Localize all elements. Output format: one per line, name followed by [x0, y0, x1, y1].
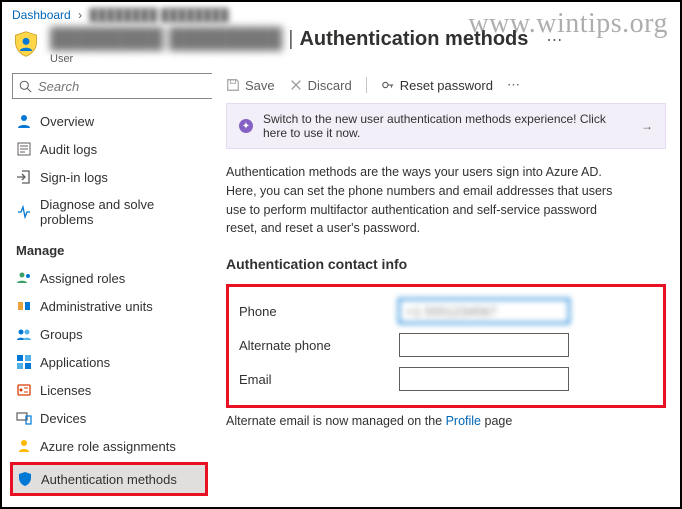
sidebar-item-label: Diagnose and solve problems — [40, 197, 202, 227]
banner-text: Switch to the new user authentication me… — [263, 112, 631, 140]
shield-user-icon — [12, 30, 40, 58]
alternate-phone-input[interactable] — [399, 333, 569, 357]
log-icon — [16, 141, 32, 157]
search-icon — [19, 80, 32, 93]
main-content: Save Discard Reset password ⋯ ✦ Switch t… — [212, 73, 680, 506]
sidebar-item-label: Devices — [40, 411, 86, 426]
sidebar-section-manage: Manage — [12, 233, 206, 264]
arrow-right-icon: → — [641, 119, 653, 133]
user-icon — [16, 113, 32, 129]
sidebar-item-label: Overview — [40, 114, 94, 129]
sidebar-item-label: Groups — [40, 327, 83, 342]
sidebar-item-label: Administrative units — [40, 299, 153, 314]
sidebar-item-label: Authentication methods — [41, 472, 177, 487]
phone-label: Phone — [239, 304, 399, 319]
discard-icon — [289, 78, 303, 92]
licenses-icon — [16, 382, 32, 398]
description-text: Authentication methods are the ways your… — [226, 163, 626, 238]
diagnose-icon — [16, 204, 32, 220]
sidebar-item-azure-role[interactable]: Azure role assignments — [12, 432, 206, 460]
sidebar-item-label: Sign-in logs — [40, 170, 108, 185]
key-icon — [381, 78, 395, 92]
sidebar: « Overview Audit logs Sign-in logs Diagn… — [2, 73, 212, 506]
sidebar-item-groups[interactable]: Groups — [12, 320, 206, 348]
chevron-right-icon: › — [78, 8, 82, 22]
devices-icon — [16, 410, 32, 426]
toolbar-more-icon[interactable]: ⋯ — [507, 77, 520, 93]
contact-info-form: Phone Alternate phone Email — [226, 284, 666, 408]
page-header: ████████ ████████ | Authentication metho… — [2, 26, 680, 73]
sidebar-item-licenses[interactable]: Licenses — [12, 376, 206, 404]
title-separator: | — [288, 28, 293, 51]
search-input[interactable] — [38, 79, 212, 94]
page-title: Authentication methods — [299, 28, 528, 51]
azure-role-icon — [16, 438, 32, 454]
sidebar-item-applications[interactable]: Applications — [12, 348, 206, 376]
alternate-email-note: Alternate email is now managed on the Pr… — [226, 414, 666, 428]
sidebar-item-label: Audit logs — [40, 142, 97, 157]
reset-password-button[interactable]: Reset password — [381, 78, 493, 93]
user-name-masked: ████████ ████████ — [50, 28, 282, 51]
sidebar-item-audit-logs[interactable]: Audit logs — [12, 135, 206, 163]
breadcrumb-current[interactable]: ████████ ████████ — [89, 8, 228, 22]
section-title: Authentication contact info — [226, 256, 666, 272]
sidebar-item-label: Assigned roles — [40, 271, 125, 286]
command-bar: Save Discard Reset password ⋯ — [226, 73, 666, 103]
alternate-phone-label: Alternate phone — [239, 338, 399, 353]
profile-link[interactable]: Profile — [446, 414, 481, 428]
discard-label: Discard — [308, 78, 352, 93]
sparkle-icon: ✦ — [239, 119, 253, 133]
sidebar-item-label: Azure role assignments — [40, 439, 176, 454]
sidebar-item-admin-units[interactable]: Administrative units — [12, 292, 206, 320]
discard-button[interactable]: Discard — [289, 78, 352, 93]
signin-icon — [16, 169, 32, 185]
sidebar-section-troubleshoot: Troubleshooting + Support — [12, 498, 206, 506]
save-icon — [226, 78, 240, 92]
save-button[interactable]: Save — [226, 78, 275, 93]
email-input[interactable] — [399, 367, 569, 391]
sidebar-item-signin-logs[interactable]: Sign-in logs — [12, 163, 206, 191]
email-label: Email — [239, 372, 399, 387]
sidebar-item-overview[interactable]: Overview — [12, 107, 206, 135]
shield-icon — [17, 471, 33, 487]
applications-icon — [16, 354, 32, 370]
sidebar-item-label: Applications — [40, 355, 110, 370]
breadcrumb: Dashboard › ████████ ████████ — [2, 2, 680, 26]
sidebar-item-diagnose[interactable]: Diagnose and solve problems — [12, 191, 206, 233]
admin-units-icon — [16, 298, 32, 314]
groups-icon — [16, 326, 32, 342]
page-subtitle: User — [50, 53, 670, 65]
sidebar-item-devices[interactable]: Devices — [12, 404, 206, 432]
more-icon[interactable]: ⋯ — [540, 30, 568, 50]
phone-input[interactable] — [399, 299, 569, 323]
info-banner[interactable]: ✦ Switch to the new user authentication … — [226, 103, 666, 149]
search-box[interactable] — [12, 73, 212, 99]
breadcrumb-root[interactable]: Dashboard — [12, 8, 71, 22]
sidebar-item-assigned-roles[interactable]: Assigned roles — [12, 264, 206, 292]
reset-password-label: Reset password — [400, 78, 493, 93]
roles-icon — [16, 270, 32, 286]
sidebar-item-auth-methods[interactable]: Authentication methods — [13, 465, 205, 493]
toolbar-divider — [366, 77, 367, 93]
sidebar-item-label: Licenses — [40, 383, 91, 398]
save-label: Save — [245, 78, 275, 93]
